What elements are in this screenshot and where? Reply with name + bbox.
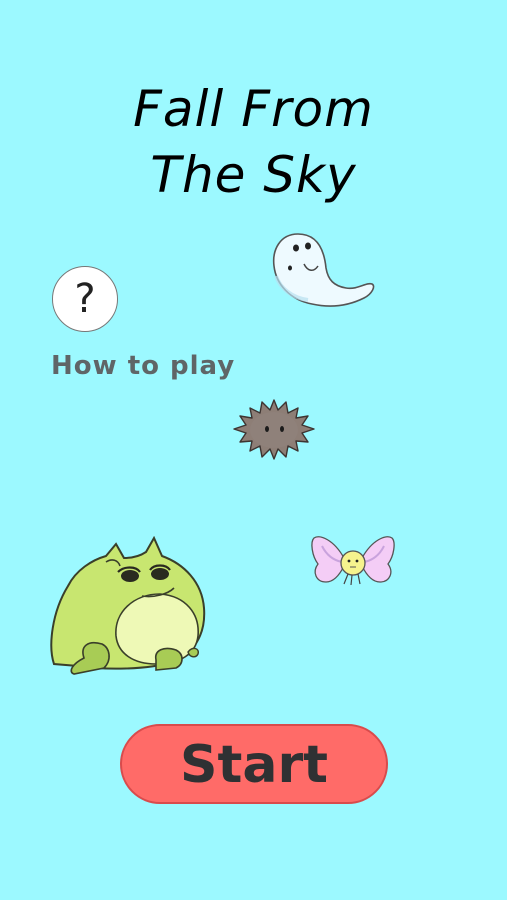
start-button-label: Start bbox=[180, 735, 328, 795]
how-to-play-label: How to play bbox=[51, 351, 236, 381]
title-line-1: Fall From bbox=[133, 80, 374, 138]
spiky-ball-icon bbox=[233, 399, 315, 460]
question-mark-icon: ? bbox=[74, 276, 96, 322]
start-button[interactable]: Start bbox=[120, 724, 388, 804]
butterfly-icon bbox=[311, 536, 395, 586]
title-line-2: The Sky bbox=[150, 146, 357, 204]
ghost-icon bbox=[272, 233, 375, 307]
game-title: Fall From The Sky bbox=[0, 76, 507, 208]
how-to-play-button[interactable]: ? bbox=[52, 266, 118, 332]
frog-character bbox=[50, 536, 206, 675]
title-screen: Fall From The Sky ? How to play Start bbox=[0, 0, 507, 900]
